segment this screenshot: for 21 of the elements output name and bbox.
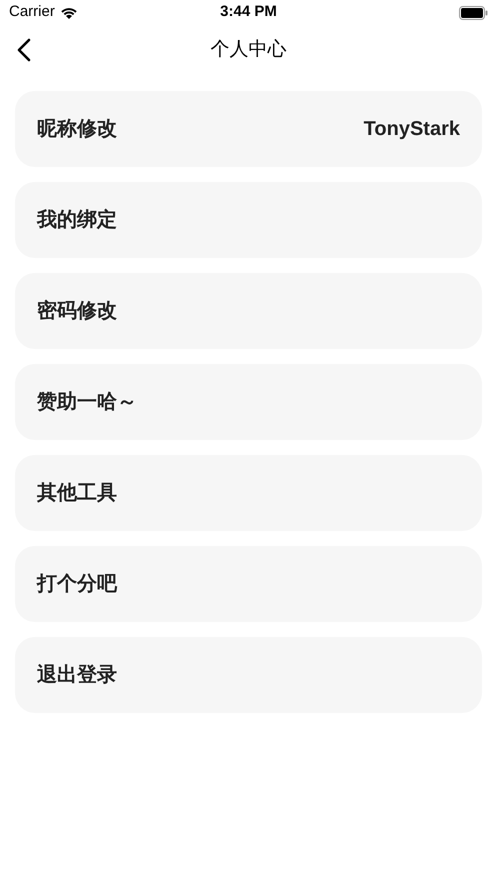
status-time: 3:44 PM [220, 2, 277, 22]
menu-item[interactable]: 退出登录 [15, 637, 482, 713]
menu-item[interactable]: 打个分吧 [15, 546, 482, 622]
nickname-value: TonyStark [364, 117, 460, 142]
menu-item-label: 我的绑定 [37, 208, 117, 233]
menu-item[interactable]: 我的绑定 [15, 182, 482, 258]
menu-item-label: 其他工具 [37, 481, 117, 506]
menu-item-label: 打个分吧 [37, 572, 117, 597]
carrier-label: Carrier [9, 2, 55, 22]
page-title: 个人中心 [210, 38, 286, 62]
battery-icon [458, 6, 488, 20]
menu-item[interactable]: 昵称修改 TonyStark [15, 91, 482, 167]
menu-item-label: 退出登录 [37, 663, 117, 688]
menu-item-label: 昵称修改 [37, 117, 117, 142]
back-icon [17, 38, 31, 62]
wifi-icon [60, 6, 78, 19]
menu-item[interactable]: 密码修改 [15, 273, 482, 349]
menu-item[interactable]: 其他工具 [15, 455, 482, 531]
menu-item[interactable]: 赞助一哈～ [15, 364, 482, 440]
menu-item-label: 密码修改 [37, 298, 117, 324]
menu-item-label: 赞助一哈～ [37, 390, 137, 415]
